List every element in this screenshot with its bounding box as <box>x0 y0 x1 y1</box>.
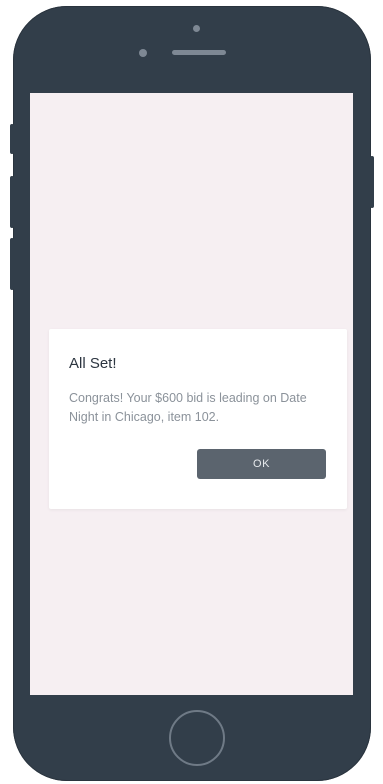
power-button <box>370 156 374 208</box>
alert-dialog: All Set! Congrats! Your $600 bid is lead… <box>49 329 347 509</box>
dialog-title: All Set! <box>69 355 117 372</box>
mute-switch <box>10 124 14 154</box>
home-button[interactable] <box>169 710 225 766</box>
phone-frame: All Set! Congrats! Your $600 bid is lead… <box>10 6 374 781</box>
ok-button[interactable]: OK <box>197 449 326 479</box>
phone-screen: All Set! Congrats! Your $600 bid is lead… <box>30 93 353 695</box>
volume-down-button <box>10 238 14 290</box>
dialog-message: Congrats! Your $600 bid is leading on Da… <box>69 391 307 424</box>
volume-up-button <box>10 176 14 228</box>
earpiece-speaker <box>172 50 226 55</box>
front-camera <box>193 25 200 32</box>
proximity-sensor <box>139 49 147 57</box>
